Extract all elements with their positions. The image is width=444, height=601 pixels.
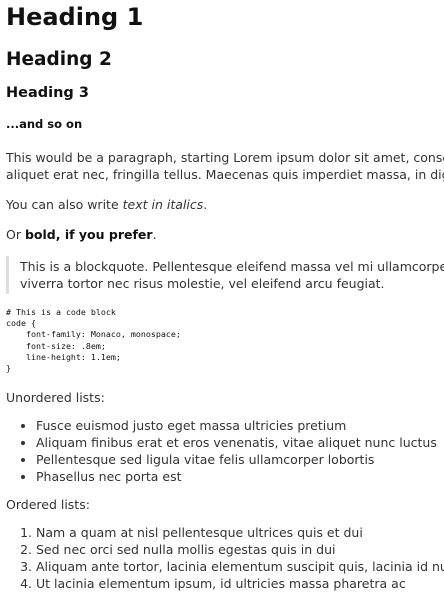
- code-block: # This is a code block code { font-famil…: [6, 307, 181, 374]
- bold-paragraph: Or bold, if you prefer.: [6, 226, 444, 243]
- unordered-list-label: Unordered lists:: [6, 390, 105, 406]
- blockquote-line-1: This is a blockquote. Pellentesque eleif…: [20, 259, 444, 274]
- bold-prefix: Or: [6, 227, 25, 242]
- intro-paragraph-line-1: This would be a paragraph, starting Lore…: [6, 150, 444, 165]
- ordered-list-label: Ordered lists:: [6, 497, 90, 513]
- unordered-list: Fusce euismod justo eget massa ultricies…: [6, 417, 444, 485]
- list-item: Sed nec orci sed nulla mollis egestas qu…: [36, 541, 444, 558]
- list-item: Phasellus nec porta est: [36, 468, 444, 485]
- italic-suffix: .: [203, 197, 208, 212]
- document-page: Heading 1 Heading 2 Heading 3 ...and so …: [0, 0, 444, 601]
- list-item: Ut lacinia elementum ipsum, id ultricies…: [36, 575, 444, 592]
- list-item: Aliquam finibus erat et eros venenatis, …: [36, 434, 444, 451]
- heading-2: Heading 2: [6, 49, 112, 70]
- list-item: Pellentesque sed ligula vitae felis ulla…: [36, 451, 444, 468]
- italic-paragraph: You can also write text in italics.: [6, 196, 444, 213]
- italic-prefix: You can also write: [6, 197, 123, 212]
- ordered-list: Nam a quam at nisl pellentesque ultrices…: [6, 524, 444, 592]
- heading-4: ...and so on: [6, 117, 83, 131]
- list-item: Fusce euismod justo eget massa ultricies…: [36, 417, 444, 434]
- bold-suffix: .: [152, 227, 157, 242]
- intro-paragraph-line-2: aliquet erat nec, fringilla tellus. Maec…: [6, 167, 444, 182]
- list-item: Nam a quam at nisl pellentesque ultrices…: [36, 524, 444, 541]
- blockquote: This is a blockquote. Pellentesque eleif…: [6, 256, 444, 294]
- blockquote-line-2: viverra tortor nec risus molestie, vel e…: [20, 276, 385, 291]
- bold-text: bold, if you prefer: [24, 227, 153, 242]
- heading-3: Heading 3: [6, 85, 89, 101]
- list-item: Aliquam ante tortor, lacinia elementum s…: [36, 558, 444, 575]
- intro-paragraph: This would be a paragraph, starting Lore…: [6, 149, 444, 183]
- heading-1: Heading 1: [6, 3, 144, 31]
- italic-text: text in italics: [122, 197, 204, 212]
